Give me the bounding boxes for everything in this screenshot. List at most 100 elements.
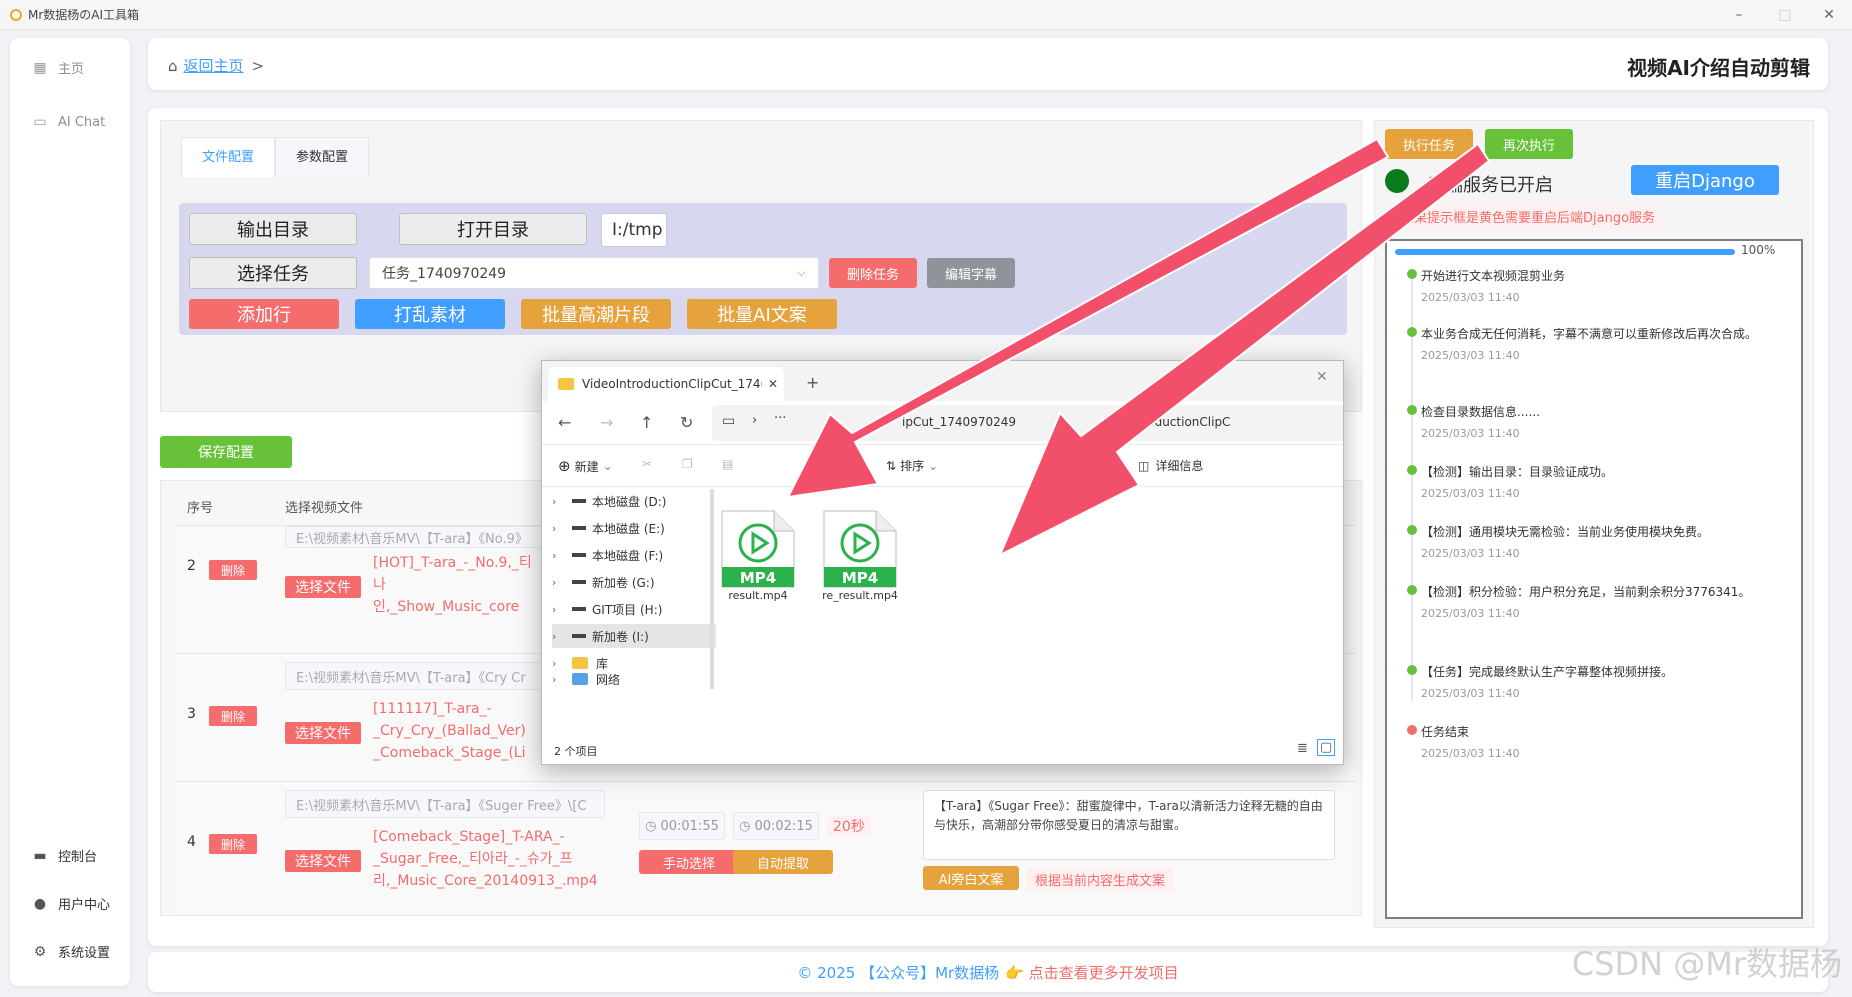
tree-item-network[interactable]: › 网络: [552, 673, 716, 685]
log-item: 【检测】通用模块无需检验：当前业务使用模块免费。 2025/03/03 11:40: [1407, 523, 1781, 560]
task-select-value: 任务_1740970249: [382, 266, 507, 282]
sidebar-item-home[interactable]: ▦ 主页: [32, 58, 84, 78]
tree-item-drive-e[interactable]: › 本地磁盘 (E:): [552, 516, 716, 540]
sidebar-item-ai-chat[interactable]: ▭ AI Chat: [32, 114, 105, 130]
more-icon[interactable]: ···: [774, 411, 786, 426]
config-tabs: 文件配置 参数配置: [181, 137, 370, 177]
delete-task-button[interactable]: 删除任务: [829, 258, 917, 288]
close-window-icon[interactable]: ✕: [1316, 369, 1328, 385]
output-dir-button[interactable]: 输出目录: [189, 213, 357, 245]
row-path-field[interactable]: E:\视频素材\音乐MV\【T-ara】《Cry Cr: [285, 662, 555, 690]
start-time-value: 00:01:55: [660, 818, 719, 834]
user-icon: ●: [33, 895, 47, 912]
select-task-button[interactable]: 选择任务: [189, 257, 357, 289]
close-icon[interactable]: ✕: [1806, 0, 1852, 30]
tile-view-icon[interactable]: ▢: [1317, 739, 1336, 756]
drive-icon: [572, 526, 586, 530]
row-path-field[interactable]: E:\视频素材\音乐MV\【T-ara】《Suger Free》\[C: [285, 790, 605, 818]
plus-circle-icon: ⊕: [558, 457, 571, 475]
tree-item-library[interactable]: › 库: [552, 651, 716, 675]
monitor-icon: ▬: [33, 847, 47, 864]
tree-item-drive-f[interactable]: › 本地磁盘 (F:): [552, 543, 716, 567]
shuffle-material-button[interactable]: 打乱素材: [355, 299, 505, 329]
drive-icon: [572, 580, 586, 584]
tree-item-label: 新加卷 (I:): [592, 629, 649, 644]
sidebar-item-settings[interactable]: ⚙ 系统设置: [32, 942, 110, 962]
mp4-badge: MP4: [841, 569, 879, 587]
sort-button[interactable]: ⇅ 排序 ⌄: [886, 457, 938, 474]
file-item-re-result[interactable]: MP4 re_result.mp4: [820, 509, 900, 602]
start-time-field[interactable]: ◷ 00:01:55: [639, 812, 725, 840]
address-field[interactable]: ▭ › ··· ipCut_1740970249 eoIntroductionC…: [712, 405, 1343, 441]
footer-more-projects-link[interactable]: 👉 点击查看更多开发项目: [1005, 962, 1178, 983]
minimize-icon[interactable]: –: [1716, 0, 1762, 30]
row-choose-file-button[interactable]: 选择文件: [285, 850, 361, 872]
row-delete-button[interactable]: 删除: [209, 560, 257, 580]
row-choose-file-button[interactable]: 选择文件: [285, 722, 361, 744]
batch-climax-button[interactable]: 批量高潮片段: [521, 299, 671, 329]
tree-item-drive-g[interactable]: › 新加卷 (G:): [552, 570, 716, 594]
tree-item-drive-d[interactable]: › 本地磁盘 (D:): [552, 489, 716, 513]
new-button[interactable]: ⊕ 新建 ⌄: [558, 457, 613, 475]
chevron-right-icon: ›: [552, 673, 557, 685]
copy-textarea[interactable]: 【T-ara】《Sugar Free》：甜蜜旋律中，T-ara以清新活力诠释无糖…: [923, 790, 1335, 860]
maximize-icon[interactable]: □: [1762, 0, 1808, 30]
restart-django-button[interactable]: 重启Django: [1631, 165, 1779, 195]
manual-select-button[interactable]: 手动选择: [639, 850, 739, 874]
tree-item-drive-h[interactable]: › GIT项目 (H:): [552, 597, 716, 621]
cut-icon[interactable]: ✂: [642, 457, 652, 471]
log-text: 【任务】完成最终默认生产字幕整体视频拼接。: [1421, 665, 1674, 679]
row-path-field[interactable]: E:\视频素材\音乐MV\【T-ara】《No.9》: [285, 526, 555, 548]
edit-subtitle-button[interactable]: 编辑字幕: [927, 258, 1015, 288]
row-index: 3: [187, 706, 196, 722]
explorer-tab[interactable]: VideoIntroductionClipCut_174( ✕: [548, 367, 784, 401]
paste-icon[interactable]: ▤: [722, 457, 733, 471]
tab-file-config[interactable]: 文件配置: [181, 137, 276, 177]
chevron-down-icon: ⌄: [602, 459, 613, 473]
re-execute-button[interactable]: 再次执行: [1485, 129, 1573, 159]
row-delete-button[interactable]: 删除: [209, 706, 257, 726]
close-tab-icon[interactable]: ✕: [768, 377, 778, 391]
refresh-icon[interactable]: ↻: [680, 413, 693, 432]
chevron-down-icon: ⌄: [928, 458, 939, 473]
tab-param-config[interactable]: 参数配置: [275, 137, 370, 177]
execute-task-button[interactable]: 执行任务: [1385, 129, 1473, 159]
tree-item-drive-i[interactable]: › 新加卷 (I:): [552, 624, 716, 648]
address-segment[interactable]: ipCut_1740970249: [902, 415, 1016, 429]
log-item: 【任务】完成最终默认生产字幕整体视频拼接。 2025/03/03 11:40: [1407, 663, 1781, 700]
address-segment[interactable]: eoIntroductionClipC: [1112, 415, 1230, 429]
new-tab-icon[interactable]: +: [806, 373, 819, 392]
log-item: 【检测】积分检验：用户积分充足，当前剩余积分3776341。 2025/03/03…: [1407, 583, 1781, 620]
forward-arrow-icon[interactable]: →: [600, 413, 613, 432]
back-home-link[interactable]: 返回主页: [184, 55, 244, 76]
details-button[interactable]: ◫ 详细信息: [1138, 457, 1203, 474]
chevron-down-icon: ⌵: [796, 265, 806, 279]
sidebar-item-console[interactable]: ▬ 控制台: [32, 846, 97, 866]
list-view-icon[interactable]: ≣: [1297, 741, 1308, 756]
copy-icon[interactable]: ❐: [682, 457, 693, 471]
add-row-button[interactable]: 添加行: [189, 299, 339, 329]
log-text: 任务结束: [1421, 725, 1470, 739]
timeline-dot: [1407, 405, 1417, 415]
save-config-button[interactable]: 保存配置: [160, 436, 292, 468]
sidebar-item-user-center[interactable]: ● 用户中心: [32, 894, 110, 914]
end-time-value: 00:02:15: [754, 818, 813, 834]
generate-copy-button[interactable]: 根据当前内容生成文案: [1027, 868, 1174, 891]
up-arrow-icon[interactable]: ↑: [640, 413, 653, 432]
file-item-result[interactable]: MP4 result.mp4: [718, 509, 798, 602]
row-delete-button[interactable]: 删除: [209, 834, 257, 854]
batch-ai-copy-button[interactable]: 批量AI文案: [687, 299, 837, 329]
auto-extract-button[interactable]: 自动提取: [733, 850, 833, 874]
task-select[interactable]: 任务_1740970249 ⌵: [369, 257, 819, 289]
back-arrow-icon[interactable]: ←: [558, 413, 571, 432]
log-time: 2025/03/03 11:40: [1421, 547, 1520, 560]
row-choose-file-button[interactable]: 选择文件: [285, 576, 361, 598]
tree-scrollbar[interactable]: [710, 489, 714, 689]
ai-narration-button[interactable]: AI旁白文案: [923, 866, 1019, 890]
drive-icon: [572, 553, 586, 557]
open-dir-button[interactable]: 打开目录: [399, 213, 587, 245]
chevron-right-icon: ›: [752, 413, 758, 428]
tree-item-label: 本地磁盘 (E:): [592, 521, 665, 536]
row-index: 2: [187, 558, 196, 574]
end-time-field[interactable]: ◷ 00:02:15: [733, 812, 819, 840]
